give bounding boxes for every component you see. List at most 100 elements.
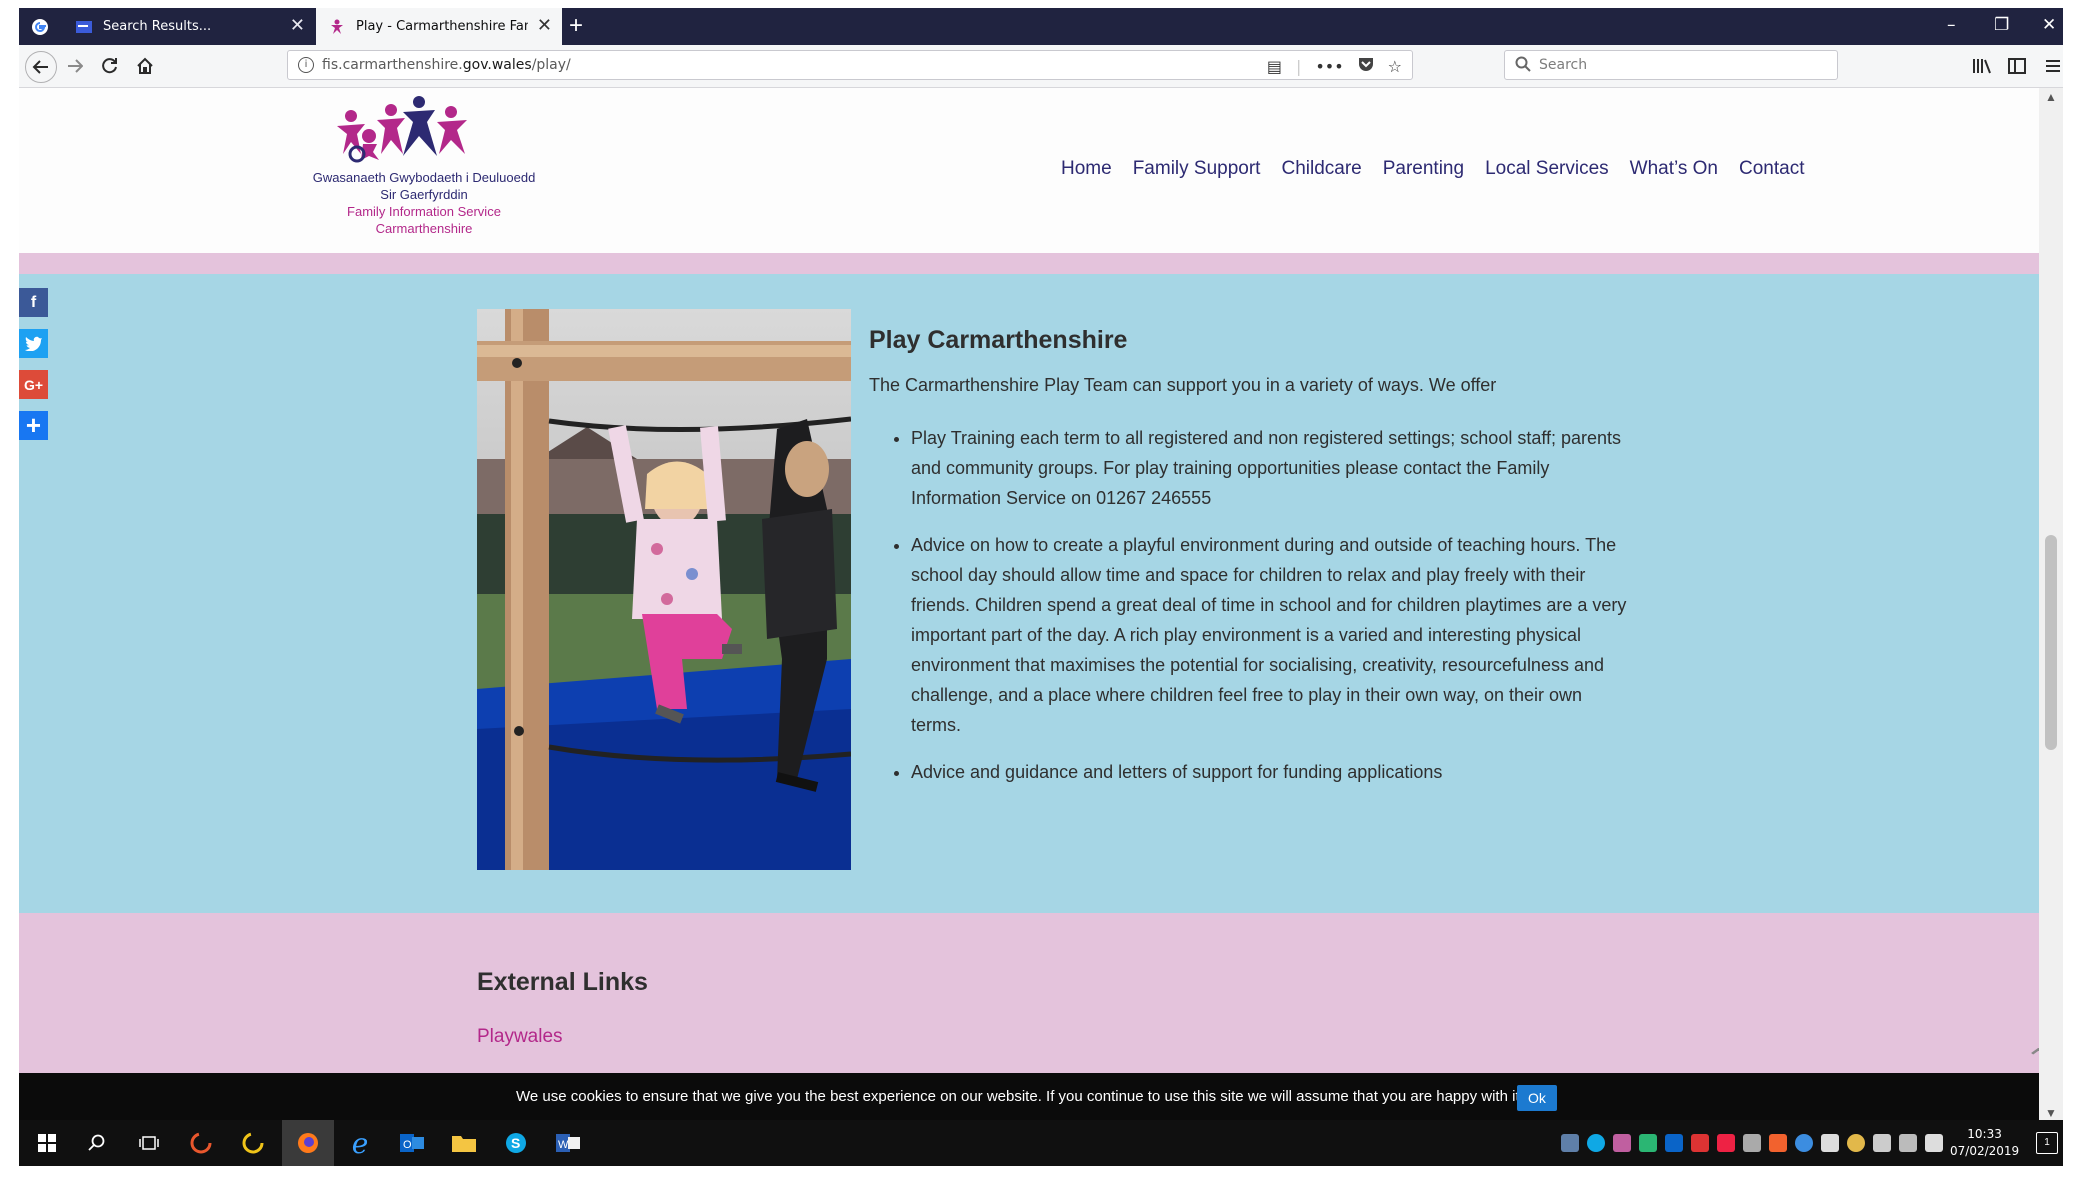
play-content: Play Carmarthenshire The Carmarthenshire… <box>869 326 1629 804</box>
info-icon[interactable]: i <box>298 57 314 73</box>
app-icon[interactable] <box>187 1129 215 1157</box>
scrollbar-thumb[interactable] <box>2045 535 2057 750</box>
google-plus-icon[interactable]: G+ <box>19 370 48 399</box>
tray-icon[interactable] <box>1691 1134 1709 1152</box>
main-nav: Home Family Support Childcare Parenting … <box>1061 158 1825 180</box>
nav-whats-on[interactable]: What’s On <box>1630 158 1718 180</box>
nav-contact[interactable]: Contact <box>1739 158 1804 180</box>
tray-icon[interactable] <box>1717 1134 1735 1152</box>
minimize-icon[interactable]: – <box>1947 12 1956 38</box>
share-icon[interactable]: + <box>19 410 48 440</box>
intro-text: The Carmarthenshire Play Team can suppor… <box>869 375 1497 395</box>
tray-icon[interactable] <box>1847 1134 1865 1152</box>
reload-icon[interactable] <box>97 53 123 79</box>
nav-local-services[interactable]: Local Services <box>1485 158 1609 180</box>
playwales-link[interactable]: Playwales <box>477 1026 563 1048</box>
clock-date: 07/02/2019 <box>1950 1144 2020 1158</box>
social-share-bar: f G+ + <box>19 288 49 452</box>
scroll-up-icon[interactable]: ▲ <box>2045 90 2057 104</box>
search-results-icon <box>75 18 93 36</box>
clock-time: 10:33 <box>1967 1127 2002 1141</box>
external-links-heading: External Links <box>477 968 648 996</box>
tray-icon[interactable] <box>1743 1134 1761 1152</box>
site-header: Gwasanaeth Gwybodaeth i Deuluoedd Sir Ga… <box>19 88 2058 253</box>
search-placeholder: Search <box>1539 57 1588 73</box>
svg-text:S: S <box>511 1135 520 1151</box>
tab-search-results[interactable]: Search Results... ✕ <box>63 8 315 45</box>
close-window-icon[interactable]: ✕ <box>2042 12 2056 38</box>
windows-start-icon[interactable] <box>33 1129 61 1157</box>
navigation-toolbar: i fis.carmarthenshire.gov.wales/play/ ▤ … <box>19 45 2063 88</box>
nav-family-support[interactable]: Family Support <box>1133 158 1261 180</box>
windows-taskbar: e O S W 10:33 07/02/2019 1 <box>19 1120 2063 1166</box>
header-divider-strip <box>19 253 2058 274</box>
tab-title: Play - Carmarthenshire Family I <box>356 19 528 34</box>
nav-parenting[interactable]: Parenting <box>1383 158 1464 180</box>
search-icon[interactable] <box>83 1129 111 1157</box>
search-icon <box>1515 56 1531 76</box>
word-icon[interactable]: W <box>554 1129 582 1157</box>
facebook-icon[interactable]: f <box>19 288 48 317</box>
internet-explorer-icon[interactable]: e <box>346 1127 374 1160</box>
reader-view-icon[interactable]: ▤ <box>1267 57 1282 76</box>
logo-welsh-line1: Gwasanaeth Gwybodaeth i Deuluoedd <box>312 170 536 185</box>
back-arrow-icon[interactable] <box>25 51 57 83</box>
tray-icon[interactable] <box>1665 1134 1683 1152</box>
system-tray <box>1561 1134 1943 1152</box>
file-explorer-icon[interactable] <box>450 1129 478 1157</box>
bookmark-star-icon[interactable]: ☆ <box>1388 57 1402 76</box>
notification-center-icon[interactable]: 1 <box>2036 1132 2058 1154</box>
network-icon[interactable] <box>1873 1134 1891 1152</box>
screen: Search Results... ✕ Play - Carmarthenshi… <box>0 0 2082 1197</box>
divider: | <box>1295 56 1302 76</box>
google-tab[interactable] <box>19 8 56 45</box>
page-title: Play Carmarthenshire <box>869 326 1128 354</box>
logo-text: Gwasanaeth Gwybodaeth i Deuluoedd Sir Ga… <box>289 169 559 237</box>
more-icon[interactable]: ••• <box>1315 57 1343 76</box>
tray-icon[interactable] <box>1769 1134 1787 1152</box>
children-playing-photo <box>477 309 851 870</box>
app-icon[interactable] <box>239 1129 267 1157</box>
tray-icon[interactable] <box>1795 1134 1813 1152</box>
list-item: Advice and guidance and letters of suppo… <box>911 757 1629 787</box>
tray-icon[interactable] <box>1639 1134 1657 1152</box>
tab-play-carmarthenshire[interactable]: Play - Carmarthenshire Family I ✕ <box>316 8 562 45</box>
svg-text:O: O <box>403 1139 412 1151</box>
restore-icon[interactable]: ❐ <box>1994 12 2009 38</box>
tray-icon[interactable] <box>1613 1134 1631 1152</box>
bluetooth-icon[interactable] <box>1821 1134 1839 1152</box>
scroll-down-icon[interactable]: ▼ <box>2045 1106 2057 1120</box>
url-bar[interactable]: i fis.carmarthenshire.gov.wales/play/ ▤ … <box>287 50 1413 80</box>
sidebar-icon[interactable] <box>2004 53 2030 79</box>
nav-home[interactable]: Home <box>1061 158 1112 180</box>
search-bar[interactable]: Search <box>1504 50 1838 80</box>
new-tab-icon[interactable]: + <box>569 12 583 40</box>
logo-english-line1: Family Information Service <box>347 204 501 219</box>
library-icon[interactable] <box>1969 53 1995 79</box>
logo-english-line2: Carmarthenshire <box>375 221 473 236</box>
volume-muted-icon[interactable] <box>1925 1134 1943 1152</box>
menu-icon[interactable] <box>2040 53 2066 79</box>
tray-icon[interactable] <box>1561 1134 1579 1152</box>
task-view-icon[interactable] <box>135 1129 163 1157</box>
firefox-icon[interactable] <box>294 1129 322 1157</box>
tray-icon[interactable] <box>1587 1134 1605 1152</box>
battery-icon[interactable] <box>1899 1134 1917 1152</box>
home-icon[interactable] <box>132 53 158 79</box>
close-icon[interactable]: ✕ <box>537 16 552 36</box>
system-clock[interactable]: 10:33 07/02/2019 <box>1950 1126 2019 1160</box>
nav-childcare[interactable]: Childcare <box>1281 158 1361 180</box>
list-item: Play Training each term to all registere… <box>911 423 1629 513</box>
forward-arrow-icon[interactable] <box>62 53 88 79</box>
cookie-banner: We use cookies to ensure that we give yo… <box>19 1073 2058 1123</box>
cookie-ok-button[interactable]: Ok <box>1517 1085 1557 1111</box>
list-item: Advice on how to create a playful enviro… <box>911 530 1629 740</box>
site-logo[interactable]: Gwasanaeth Gwybodaeth i Deuluoedd Sir Ga… <box>289 94 559 237</box>
tab-title: Search Results... <box>103 19 212 34</box>
pocket-icon[interactable] <box>1358 57 1374 76</box>
skype-icon[interactable]: S <box>502 1129 530 1157</box>
twitter-icon[interactable] <box>19 329 48 358</box>
close-icon[interactable]: ✕ <box>290 16 305 36</box>
offer-list: Play Training each term to all registere… <box>869 423 1629 787</box>
outlook-icon[interactable]: O <box>398 1129 426 1157</box>
